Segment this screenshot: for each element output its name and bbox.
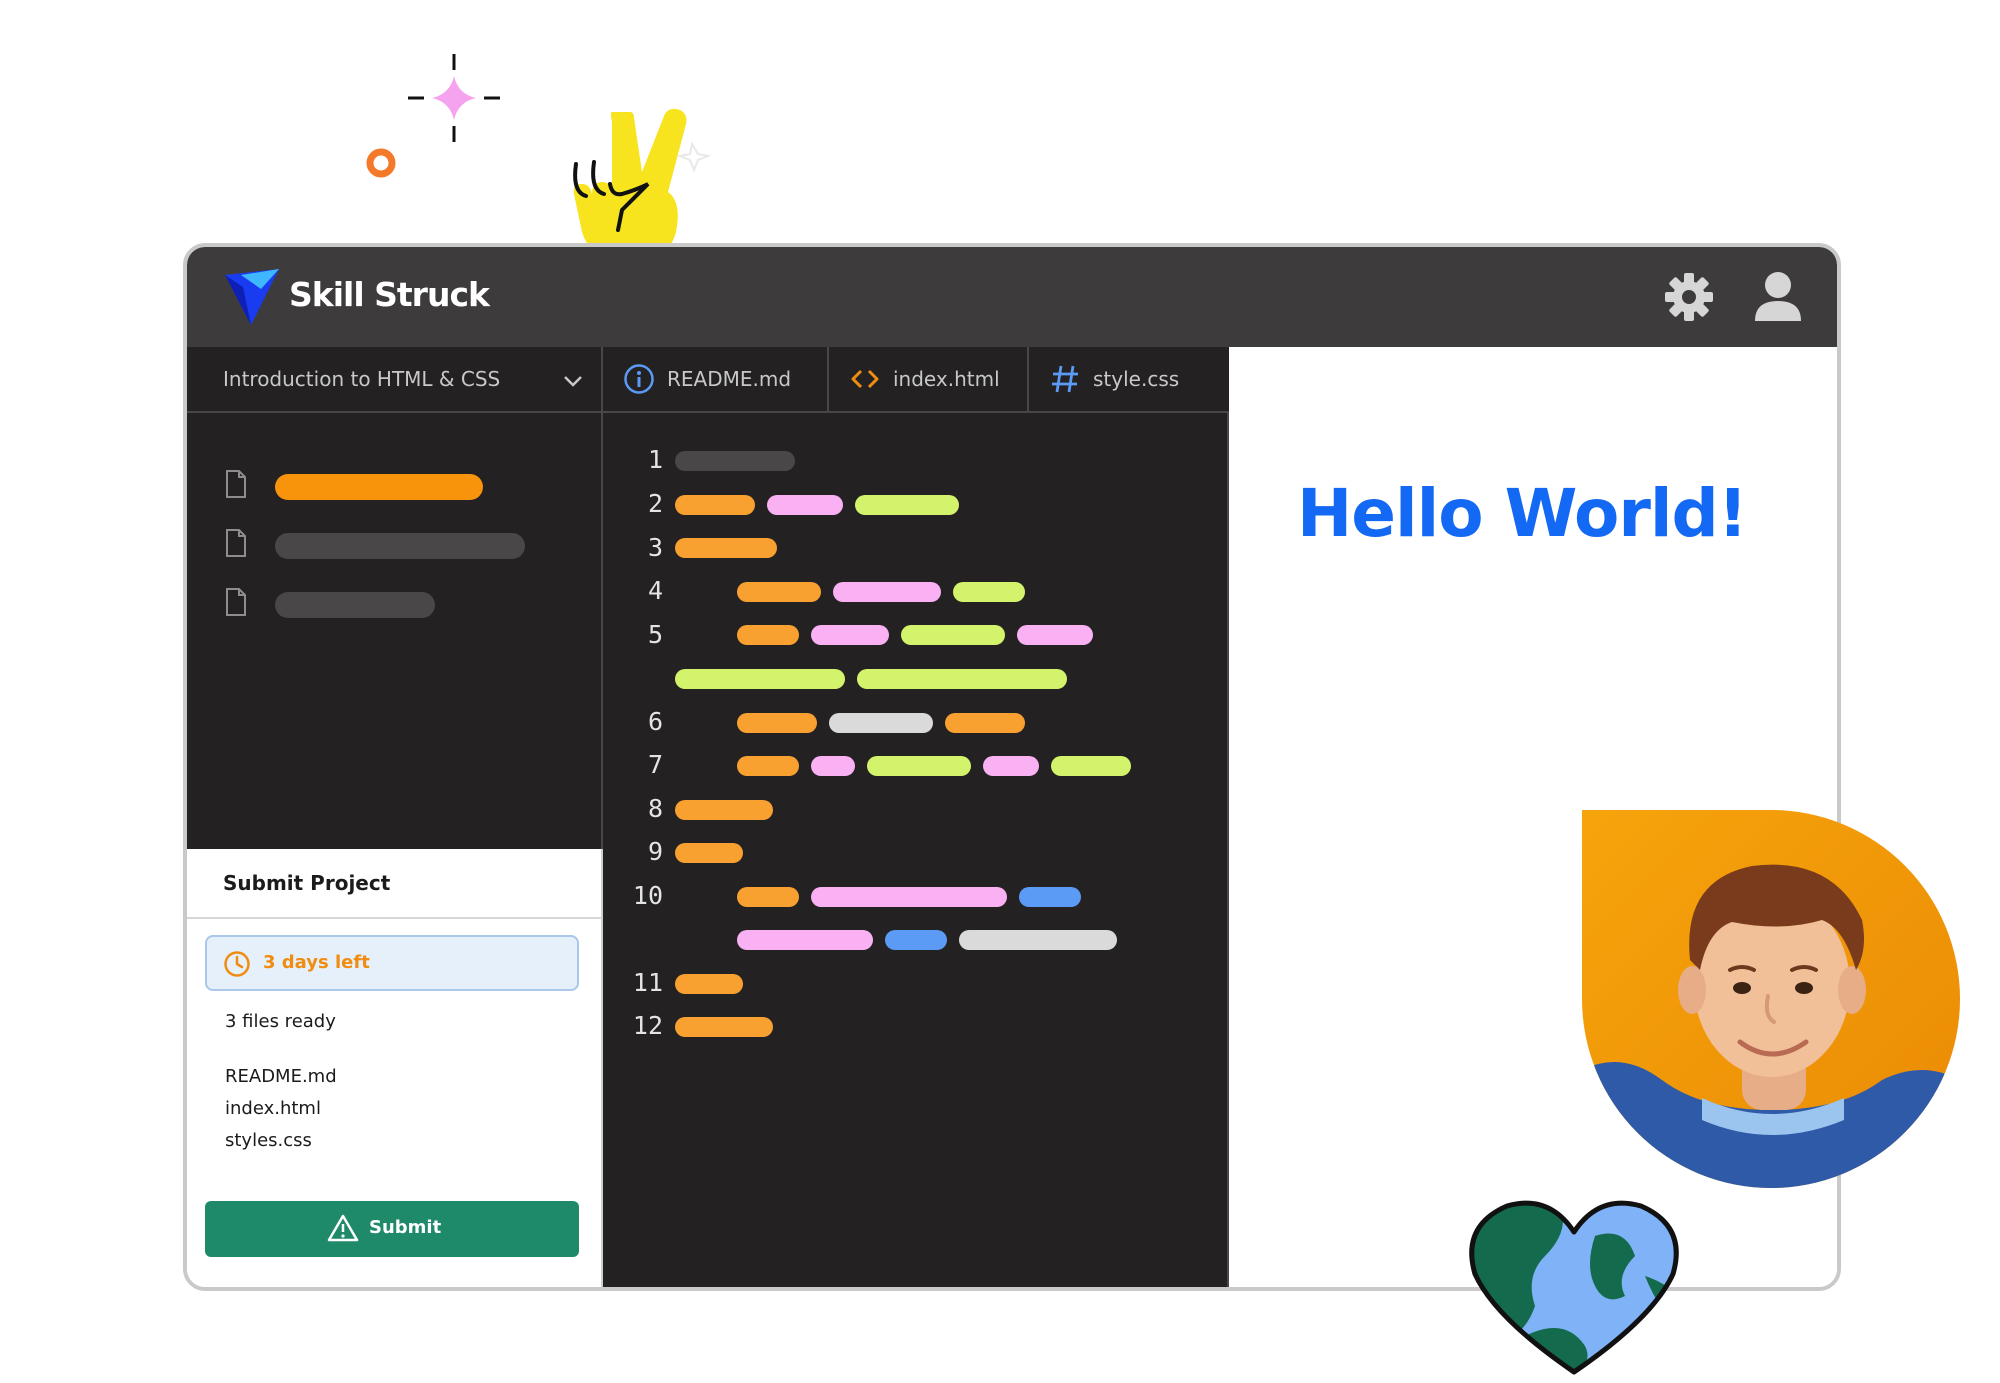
sparkle-icon xyxy=(408,54,500,142)
code-token xyxy=(833,582,941,602)
code-token xyxy=(857,669,1067,689)
line-number: 3 xyxy=(647,533,663,562)
course-select[interactable]: Introduction to HTML & CSS xyxy=(187,347,603,413)
line-number: 11 xyxy=(632,968,663,997)
line-number: 9 xyxy=(647,837,663,866)
clock-icon xyxy=(224,951,250,977)
line-number: 6 xyxy=(647,707,663,736)
submit-button-label: Submit xyxy=(369,1217,442,1238)
submit-file-item: index.html xyxy=(225,1098,321,1119)
code-token xyxy=(811,625,889,645)
line-number: 10 xyxy=(632,881,663,910)
line-number: 1 xyxy=(647,445,663,474)
line-number: 5 xyxy=(647,620,663,649)
code-token xyxy=(901,625,1005,645)
file-icon xyxy=(226,470,246,498)
files-ready-text: 3 files ready xyxy=(225,1011,336,1032)
line-number: 8 xyxy=(647,794,663,823)
line-number: 4 xyxy=(647,576,663,605)
tab-readme[interactable]: README.md xyxy=(603,347,829,411)
file-icon xyxy=(226,588,246,616)
submit-button[interactable]: Submit xyxy=(205,1201,579,1257)
code-token xyxy=(675,1017,773,1037)
app-window: Skill Struck Introduction to HTML & CSS xyxy=(183,243,1841,1291)
code-token xyxy=(1051,756,1131,776)
code-token xyxy=(737,713,817,733)
submit-file-item: styles.css xyxy=(225,1130,312,1151)
ring-icon xyxy=(366,148,396,178)
file-name-placeholder xyxy=(275,592,435,618)
line-number: 2 xyxy=(647,489,663,518)
line-number: 7 xyxy=(647,750,663,779)
submit-file-list: README.md index.html styles.css xyxy=(225,1061,337,1157)
editor-tab-bar: README.md index.html style.css xyxy=(603,347,1229,413)
code-token xyxy=(945,713,1025,733)
code-token xyxy=(1017,625,1093,645)
code-token xyxy=(737,756,799,776)
code-icon xyxy=(851,369,879,389)
code-token xyxy=(767,495,843,515)
code-token xyxy=(811,887,1007,907)
submit-file-item: README.md xyxy=(225,1066,337,1087)
heart-globe-icon xyxy=(1469,1200,1679,1375)
code-token xyxy=(983,756,1039,776)
code-token xyxy=(953,582,1025,602)
course-select-label: Introduction to HTML & CSS xyxy=(223,367,501,391)
code-token xyxy=(959,930,1117,950)
top-bar: Skill Struck xyxy=(187,247,1837,347)
code-token xyxy=(811,756,855,776)
code-token xyxy=(867,756,971,776)
code-token xyxy=(675,800,773,820)
code-token xyxy=(855,495,959,515)
tab-label: index.html xyxy=(893,367,1000,391)
brand-name: Skill Struck xyxy=(289,275,490,314)
line-number: 12 xyxy=(632,1011,663,1040)
code-token xyxy=(675,843,743,863)
tab-label: README.md xyxy=(667,367,792,391)
code-token xyxy=(675,974,743,994)
file-tree xyxy=(187,413,603,849)
hash-icon xyxy=(1052,365,1078,393)
tab-label: style.css xyxy=(1093,367,1180,391)
code-token xyxy=(675,538,777,558)
code-token xyxy=(737,582,821,602)
submit-title: Submit Project xyxy=(223,871,391,895)
submit-panel: Submit Project 3 days left 3 files ready… xyxy=(187,849,603,1287)
code-token xyxy=(675,669,845,689)
file-tree-item[interactable] xyxy=(225,528,585,559)
code-token xyxy=(737,930,873,950)
code-token xyxy=(737,625,799,645)
student-photo xyxy=(1582,810,1960,1188)
tab-style-css[interactable]: style.css xyxy=(1029,347,1229,411)
deadline-badge: 3 days left xyxy=(205,935,579,991)
skill-struck-logo-icon xyxy=(225,269,279,325)
code-token xyxy=(675,451,795,471)
preview-heading: Hello World! xyxy=(1297,475,1748,552)
chevron-down-icon xyxy=(564,376,582,387)
user-icon[interactable] xyxy=(1749,267,1807,325)
tab-index-html[interactable]: index.html xyxy=(829,347,1029,411)
file-name-placeholder xyxy=(275,474,483,500)
file-icon xyxy=(226,529,246,557)
code-editor[interactable]: 1 2 3 4 5 6 7 8 9 10 11 12 xyxy=(603,413,1229,1287)
student-avatar-illustration xyxy=(1582,864,1960,1188)
code-token xyxy=(829,713,933,733)
divider xyxy=(187,917,601,919)
code-token xyxy=(1019,887,1081,907)
code-token xyxy=(737,887,799,907)
info-icon xyxy=(624,364,654,394)
file-name-placeholder xyxy=(275,533,525,559)
warning-icon xyxy=(327,1214,359,1242)
gear-icon[interactable] xyxy=(1661,269,1717,325)
code-token xyxy=(885,930,947,950)
file-tree-item[interactable] xyxy=(225,469,585,500)
deadline-text: 3 days left xyxy=(263,952,370,973)
code-token xyxy=(675,495,755,515)
file-tree-item[interactable] xyxy=(225,587,585,618)
